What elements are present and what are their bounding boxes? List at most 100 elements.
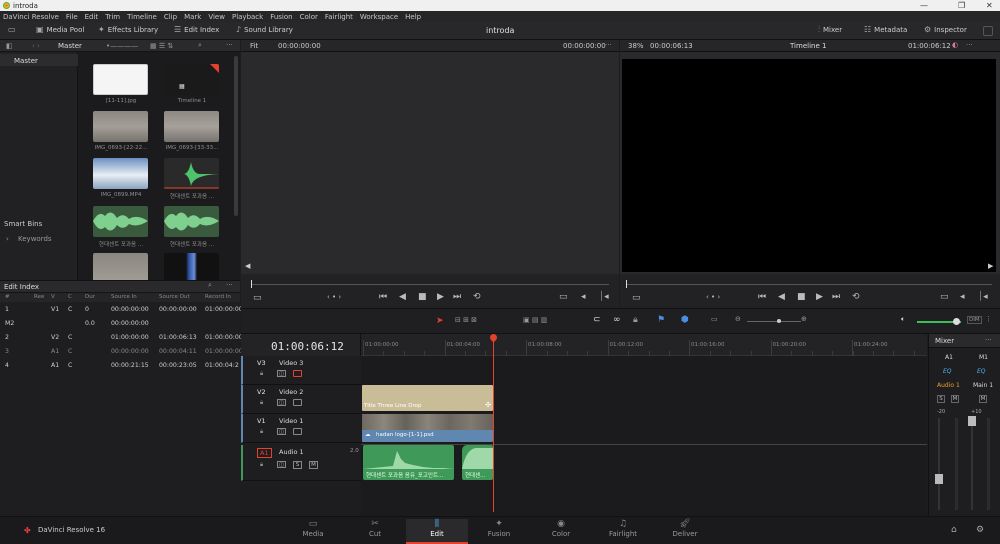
page-fairlight[interactable]: ♫ Fairlight	[592, 519, 654, 538]
column-header[interactable]: #	[5, 294, 10, 300]
solo-button[interactable]: S	[293, 461, 302, 469]
column-header[interactable]: Ree	[34, 294, 44, 300]
lock-icon[interactable]: 🔒︎	[260, 370, 263, 378]
page-media[interactable]: ▭ Media	[282, 519, 344, 538]
menu-workspace[interactable]: Workspace	[360, 13, 398, 21]
column-header[interactable]: Source In	[111, 294, 137, 300]
mute-button[interactable]: M	[951, 395, 959, 403]
zoom-slider[interactable]	[747, 321, 801, 322]
stop-icon[interactable]: ■	[418, 292, 427, 302]
jog-icon[interactable]: ‹ • ›	[327, 293, 341, 301]
track-id[interactable]: V2	[257, 388, 266, 396]
lock-icon[interactable]: 🔒︎	[260, 461, 263, 469]
timeline-viewer[interactable]	[622, 59, 996, 272]
menu-view[interactable]: View	[208, 13, 225, 21]
menu-help[interactable]: Help	[405, 13, 421, 21]
home-icon[interactable]: ⌂	[951, 525, 957, 535]
dim-button[interactable]: DIM	[967, 316, 982, 324]
page-fusion[interactable]: ✦ Fusion	[468, 519, 530, 538]
play-icon[interactable]: ▶	[816, 292, 823, 302]
search-icon[interactable]: ⌕	[198, 41, 202, 50]
effects-library-button[interactable]: ✦ Effects Library	[98, 26, 158, 35]
track-header[interactable]: V3 Video 3 🔒︎ ◫	[241, 356, 361, 385]
scrollbar[interactable]	[234, 56, 238, 216]
page-edit[interactable]: ⫼ Edit	[406, 519, 468, 544]
clip-thumbnail[interactable]	[93, 111, 148, 142]
menu-edit[interactable]: Edit	[85, 13, 99, 21]
page-cut[interactable]: ✂ Cut	[344, 519, 406, 538]
volume-icon[interactable]: 🔈︎	[901, 315, 905, 324]
edit-index-button[interactable]: ☰ Edit Index	[174, 26, 219, 35]
track-header[interactable]: V2 Video 2 🔒︎ ◫	[241, 385, 361, 414]
more-icon[interactable]: ⋮	[985, 315, 992, 323]
viewer-playhead[interactable]	[626, 280, 627, 288]
solo-button[interactable]: S	[937, 395, 945, 403]
title-clip[interactable]: Title Three Line Drop ✣	[362, 385, 493, 411]
close-icon[interactable]: ✕	[986, 0, 993, 11]
jump-start-icon[interactable]: ⏮	[379, 292, 387, 302]
timeline-playhead[interactable]	[493, 334, 494, 512]
column-header[interactable]: Record In	[205, 294, 231, 300]
snapping-icon[interactable]: ⊂	[593, 315, 601, 325]
link-icon[interactable]: ∞	[613, 315, 621, 325]
grid-view-icon[interactable]: ▦ ☰ ⇅	[150, 42, 173, 50]
insert-icon[interactable]: ▣ ▤ ▥	[523, 316, 547, 324]
track-visibility-icon[interactable]	[293, 428, 302, 435]
menu-playback[interactable]: Playback	[232, 13, 263, 21]
column-header[interactable]: Dur	[85, 294, 95, 300]
out-mark-icon[interactable]: ⏐◂	[599, 292, 609, 302]
lock-icon[interactable]: 🔒︎	[260, 428, 263, 436]
menu-color[interactable]: Color	[300, 13, 318, 21]
table-row[interactable]: 4 A1 C 00:00:21:15 00:00:23:05 01:00:04:2	[0, 358, 240, 372]
menu-davinci-resolve[interactable]: DaVinci Resolve	[3, 13, 59, 21]
more-icon[interactable]: ···	[985, 336, 992, 344]
track-header[interactable]: V1 Video 1 🔒︎ ◫	[241, 414, 361, 443]
zoom-in-icon[interactable]: ⊕	[801, 315, 807, 323]
zoom-full-icon[interactable]: ▭	[711, 315, 718, 323]
menu-mark[interactable]: Mark	[184, 13, 201, 21]
play-icon[interactable]: ▶	[437, 292, 444, 302]
workspace-icon[interactable]: ▭	[8, 26, 16, 34]
menu-fusion[interactable]: Fusion	[270, 13, 292, 21]
clip-thumbnail[interactable]	[164, 206, 219, 237]
auto-select-icon[interactable]: ◫	[277, 428, 286, 435]
table-row[interactable]: 1 V1 C 0 00:00:00:00 00:00:00:00 01:00:00:00	[0, 302, 243, 316]
jog-icon[interactable]: ‹ • ›	[706, 293, 720, 301]
reverse-icon[interactable]: ◀	[399, 292, 406, 302]
track-id[interactable]: V3	[257, 359, 266, 367]
menu-fairlight[interactable]: Fairlight	[325, 13, 353, 21]
auto-select-icon[interactable]: ◫	[277, 461, 286, 468]
more-icon[interactable]: ···	[966, 41, 973, 49]
video-clip[interactable]: ☁ hadan logo-[1-1].psd	[362, 414, 493, 442]
clip-thumbnail[interactable]	[93, 64, 148, 95]
minimize-icon[interactable]: —	[920, 0, 928, 11]
more-icon[interactable]: ···	[226, 41, 233, 49]
audio-clip[interactable]: 현대센...	[462, 445, 493, 480]
audio-clip[interactable]: 현대센트 포과음 음유_포고인트...	[363, 445, 454, 480]
table-row[interactable]: 3 A1 C 00:00:00:00 00:00:04:11 01:00:00:00	[0, 344, 243, 358]
track-header[interactable]: A1 Audio 1 2.0 🔒︎ ◫ S M	[241, 445, 361, 481]
clip-thumbnail[interactable]	[93, 206, 148, 237]
jump-end-icon[interactable]: ⏭	[832, 292, 840, 302]
source-playhead[interactable]	[251, 280, 252, 288]
timeline-ruler[interactable]: 01:00:00:00 01:00:04:00 01:00:08:00 01:00:1…	[361, 334, 927, 356]
thumb-size-slider[interactable]: •————	[106, 42, 138, 50]
loop-icon[interactable]: ⟲	[852, 292, 860, 302]
clip-thumbnail[interactable]	[164, 111, 219, 142]
table-row[interactable]: 2 V2 C 01:00:00:00 01:00:06:13 01:00:00:00	[0, 330, 243, 344]
mixer-button[interactable]: ⫶ Mixer	[818, 26, 842, 35]
eq-button[interactable]: EQ	[943, 368, 952, 375]
eq-button[interactable]: EQ	[977, 368, 986, 375]
search-icon[interactable]: ⌕	[208, 281, 212, 290]
jump-end-icon[interactable]: ⏭	[453, 292, 461, 302]
page-deliver[interactable]: 🚀︎ Deliver	[654, 519, 716, 538]
track-visibility-icon[interactable]	[293, 370, 302, 377]
timeline-dropdown[interactable]: Timeline 1	[790, 42, 826, 50]
menu-clip[interactable]: Clip	[164, 13, 177, 21]
media-pool-button[interactable]: ▣ Media Pool	[36, 26, 84, 35]
clip-thumbnail[interactable]: ▦	[164, 64, 219, 95]
out-mark-icon[interactable]: ⏐◂	[978, 292, 988, 302]
jump-start-icon[interactable]: ⏮	[758, 292, 766, 302]
auto-select-icon[interactable]: ◫	[277, 399, 286, 406]
zoom-dropdown[interactable]: 38%	[628, 42, 644, 50]
